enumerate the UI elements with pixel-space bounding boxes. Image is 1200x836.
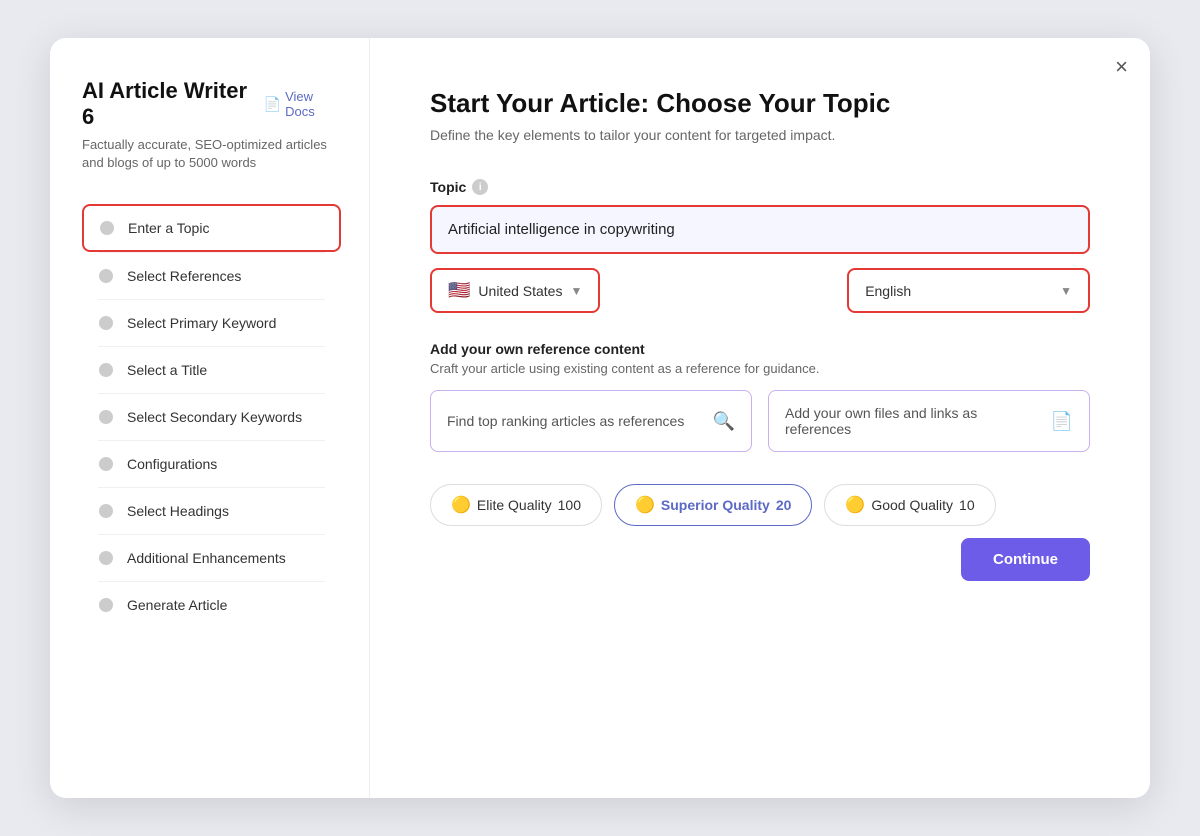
view-docs-label: View Docs — [285, 89, 341, 119]
sidebar-steps: Enter a Topic Select References Select P… — [82, 204, 341, 628]
step-dot — [99, 363, 113, 377]
continue-button[interactable]: Continue — [961, 538, 1090, 581]
sidebar-step-generate-article[interactable]: Generate Article — [82, 582, 341, 628]
file-icon: 📄 — [1051, 411, 1073, 432]
step-label: Enter a Topic — [128, 220, 209, 236]
topic-field-label: Topic i — [430, 179, 1090, 195]
step-dot — [99, 316, 113, 330]
country-dropdown[interactable]: 🇺🇸 United States ▼ — [430, 268, 600, 313]
close-button[interactable]: × — [1115, 56, 1128, 78]
quality-badge-superior-quality[interactable]: 🟡 Superior Quality 20 — [614, 484, 812, 526]
step-label: Additional Enhancements — [127, 550, 286, 566]
reference-section-sub: Craft your article using existing conten… — [430, 361, 1090, 376]
reference-box2-label: Add your own files and links as referenc… — [785, 405, 1041, 437]
reference-box1-label: Find top ranking articles as references — [447, 413, 684, 429]
coin-icon: 🟡 — [845, 495, 865, 515]
coin-icon: 🟡 — [635, 495, 655, 515]
step-dot — [99, 269, 113, 283]
coin-icon: 🟡 — [451, 495, 471, 515]
language-label: English — [865, 283, 911, 299]
step-label: Select a Title — [127, 362, 207, 378]
sidebar-subtitle: Factually accurate, SEO-optimized articl… — [82, 136, 341, 172]
step-label: Select References — [127, 268, 241, 284]
sidebar-step-enter-topic[interactable]: Enter a Topic — [82, 204, 341, 252]
sidebar-step-select-headings[interactable]: Select Headings — [82, 488, 341, 534]
main-content: Start Your Article: Choose Your Topic De… — [370, 38, 1150, 798]
quality-value: 100 — [558, 497, 581, 513]
step-dot — [99, 598, 113, 612]
step-label: Select Primary Keyword — [127, 315, 276, 331]
sidebar-step-select-title[interactable]: Select a Title — [82, 347, 341, 393]
quality-label: Superior Quality — [661, 497, 770, 513]
sidebar: AI Article Writer 6 📄 View Docs Factuall… — [50, 38, 370, 798]
quality-badge-elite-quality[interactable]: 🟡 Elite Quality 100 — [430, 484, 602, 526]
step-label: Select Headings — [127, 503, 229, 519]
step-dot — [99, 504, 113, 518]
sidebar-app-title: AI Article Writer 6 — [82, 78, 254, 130]
docs-icon: 📄 — [264, 96, 281, 113]
dropdowns-row: 🇺🇸 United States ▼ English ▼ — [430, 268, 1090, 313]
country-chevron-icon: ▼ — [570, 284, 582, 298]
reference-row: Find top ranking articles as references … — [430, 390, 1090, 452]
quality-continue-row: 🟡 Elite Quality 100 🟡 Superior Quality 2… — [430, 484, 1090, 581]
topic-input[interactable] — [430, 205, 1090, 254]
step-label: Generate Article — [127, 597, 227, 613]
modal: × AI Article Writer 6 📄 View Docs Factua… — [50, 38, 1150, 798]
sidebar-step-configurations[interactable]: Configurations — [82, 441, 341, 487]
sidebar-step-additional-enhancements[interactable]: Additional Enhancements — [82, 535, 341, 581]
sidebar-step-select-references[interactable]: Select References — [82, 253, 341, 299]
language-chevron-icon: ▼ — [1060, 284, 1072, 298]
view-docs-link[interactable]: 📄 View Docs — [264, 89, 341, 119]
search-icon: 🔍 — [713, 411, 735, 432]
sidebar-step-select-primary-keyword[interactable]: Select Primary Keyword — [82, 300, 341, 346]
quality-label: Good Quality — [871, 497, 953, 513]
country-label: United States — [478, 283, 562, 299]
quality-value: 10 — [959, 497, 975, 513]
step-dot — [99, 551, 113, 565]
topic-info-icon: i — [472, 179, 488, 195]
language-dropdown[interactable]: English ▼ — [847, 268, 1090, 313]
quality-value: 20 — [776, 497, 792, 513]
step-dot — [99, 410, 113, 424]
sidebar-header: AI Article Writer 6 📄 View Docs Factuall… — [82, 78, 341, 172]
reference-box-files[interactable]: Add your own files and links as referenc… — [768, 390, 1090, 452]
reference-box-search[interactable]: Find top ranking articles as references … — [430, 390, 752, 452]
quality-badge-good-quality[interactable]: 🟡 Good Quality 10 — [824, 484, 995, 526]
step-label: Select Secondary Keywords — [127, 409, 302, 425]
step-dot — [100, 221, 114, 235]
step-label: Configurations — [127, 456, 217, 472]
step-dot — [99, 457, 113, 471]
sidebar-step-select-secondary-keywords[interactable]: Select Secondary Keywords — [82, 394, 341, 440]
main-subtitle: Define the key elements to tailor your c… — [430, 127, 1090, 143]
sidebar-title-row: AI Article Writer 6 📄 View Docs — [82, 78, 341, 130]
quality-label: Elite Quality — [477, 497, 552, 513]
main-title: Start Your Article: Choose Your Topic — [430, 88, 1090, 119]
reference-section-title: Add your own reference content — [430, 341, 1090, 357]
country-flag: 🇺🇸 — [448, 280, 470, 301]
